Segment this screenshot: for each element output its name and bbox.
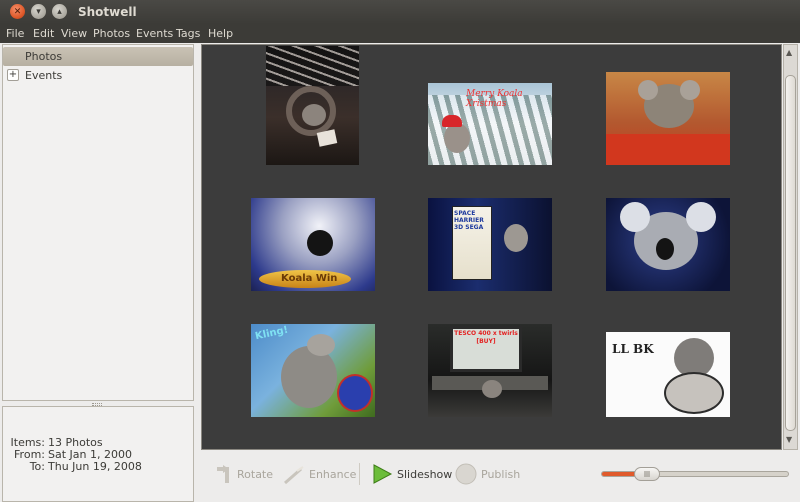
photo-thumbnail[interactable] xyxy=(606,72,730,165)
grip-icon xyxy=(644,471,650,477)
stats-panel: Items: 13 Photos From: Sat Jan 1, 2000 T… xyxy=(2,406,194,502)
photo-caption: SPACE HARRIER 3D SEGA xyxy=(454,210,484,231)
menu-file[interactable]: File xyxy=(6,27,24,40)
photo-thumbnail[interactable]: Koala Win xyxy=(251,198,375,291)
rotate-label: Rotate xyxy=(237,467,274,481)
expand-icon[interactable]: + xyxy=(7,69,19,81)
close-window-button[interactable]: ✕ xyxy=(10,4,25,19)
maximize-window-button[interactable]: ▴ xyxy=(52,4,67,19)
rotate-button[interactable]: Rotate xyxy=(213,461,273,487)
menu-edit[interactable]: Edit xyxy=(33,27,54,40)
vertical-scrollbar[interactable]: ▲ ▼ xyxy=(783,44,798,450)
photo-thumbnail[interactable]: LL BK xyxy=(606,332,730,417)
play-icon xyxy=(373,464,393,484)
rotate-icon xyxy=(217,465,229,483)
publish-button[interactable]: Publish xyxy=(455,461,520,487)
photo-thumbnail[interactable] xyxy=(606,198,730,291)
zoom-slider-handle[interactable] xyxy=(634,467,660,481)
minimize-window-button[interactable]: ▾ xyxy=(31,4,46,19)
scrollbar-thumb[interactable] xyxy=(785,75,796,431)
menu-help[interactable]: Help xyxy=(208,27,233,40)
menu-events[interactable]: Events xyxy=(136,27,173,40)
photo-thumbnail[interactable]: SPACE HARRIER 3D SEGA xyxy=(428,198,552,291)
main-frame: Photos + Events Items: 13 Photos From: S… xyxy=(0,43,800,502)
photo-caption: Merry Koala Xristmas xyxy=(466,89,523,109)
enhance-button[interactable]: Enhance xyxy=(283,461,356,487)
sidebar-item-label: Events xyxy=(25,69,63,82)
stat-to-label: To: xyxy=(29,460,45,473)
toolbar-separator xyxy=(359,463,360,485)
photo-thumbnail[interactable]: TESCO 400 x twirls [BUY] xyxy=(428,324,552,417)
photo-thumbnail[interactable]: Kling! xyxy=(251,324,375,417)
window-title: Shotwell xyxy=(78,5,137,19)
toolbar: Rotate Enhance Slideshow Publish xyxy=(201,453,798,499)
sidebar: Photos + Events xyxy=(2,44,194,401)
sidebar-item-label: Photos xyxy=(25,50,63,63)
slideshow-label: Slideshow xyxy=(397,467,453,481)
stat-to-value: Thu Jun 19, 2008 xyxy=(48,460,142,473)
title-bar: ✕ ▾ ▴ Shotwell xyxy=(0,0,800,24)
sidebar-item-photos[interactable]: Photos xyxy=(3,47,193,66)
menu-bar: File Edit View Photos Events Tags Help xyxy=(0,24,800,43)
menu-view[interactable]: View xyxy=(61,27,87,40)
photo-thumbnail[interactable] xyxy=(266,46,359,165)
zoom-slider[interactable] xyxy=(601,467,789,481)
menu-photos[interactable]: Photos xyxy=(93,27,130,40)
scroll-down-arrow-icon[interactable]: ▼ xyxy=(786,435,792,444)
menu-tags[interactable]: Tags xyxy=(176,27,200,40)
publish-globe-icon xyxy=(455,463,477,485)
photo-grid: Merry Koala Xristmas Koala Win SPACE HAR… xyxy=(201,44,782,450)
photo-thumbnail[interactable]: Merry Koala Xristmas xyxy=(428,83,552,165)
scroll-up-arrow-icon[interactable]: ▲ xyxy=(786,48,792,57)
photo-caption: LL BK xyxy=(612,342,654,356)
enhance-label: Enhance xyxy=(309,467,357,481)
photo-caption: Kling! xyxy=(254,324,290,343)
sidebar-item-events[interactable]: + Events xyxy=(3,66,193,85)
photo-caption: TESCO 400 x twirls [BUY] xyxy=(454,330,518,345)
photo-caption: Koala Win xyxy=(281,273,338,284)
enhance-wand-icon xyxy=(284,466,304,485)
slideshow-button[interactable]: Slideshow xyxy=(371,461,452,487)
publish-label: Publish xyxy=(481,467,521,481)
